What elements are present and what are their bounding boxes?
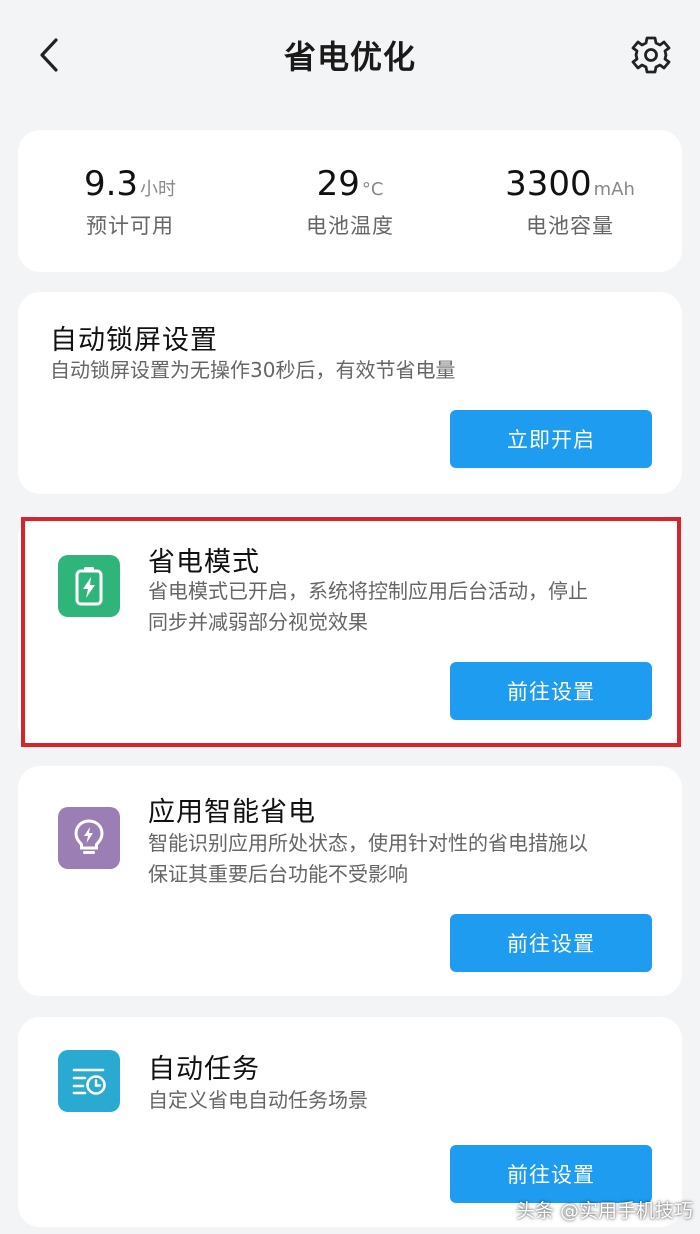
stat-unit: °C (361, 179, 384, 200)
stat-value: 3300 (505, 164, 592, 204)
list-clock-icon (58, 1050, 120, 1112)
stat-label: 电池温度 (306, 214, 394, 238)
stat-label: 预计可用 (86, 214, 174, 238)
gear-icon (631, 36, 671, 74)
lightbulb-bolt-icon (58, 807, 120, 869)
card-description: 自定义省电自动任务场景 (148, 1088, 368, 1112)
go-to-settings-button[interactable]: 前往设置 (450, 914, 652, 972)
stat-battery-temperature: 29 °C 电池温度 (240, 164, 460, 240)
stat-unit: 小时 (140, 179, 177, 200)
watermark-text: 头条 @实用手机技巧 (516, 1200, 694, 1222)
app-smart-saving-card: 应用智能省电 智能识别应用所处状态，使用针对性的省电措施以 保证其重要后台功能不… (18, 766, 682, 996)
card-title: 自动任务 (148, 1054, 260, 1085)
battery-stats-card: 9.3 小时 预计可用 29 °C 电池温度 3300 mAh 电池容量 (18, 130, 682, 272)
settings-button[interactable] (630, 34, 672, 76)
card-description-line-1: 省电模式已开启，系统将控制应用后台活动，停止 (148, 579, 588, 603)
stat-label: 电池容量 (526, 214, 614, 238)
card-description: 自动锁屏设置为无操作30秒后，有效节省电量 (50, 358, 456, 382)
stat-estimated-time: 9.3 小时 预计可用 (20, 164, 240, 240)
card-description-line-2: 保证其重要后台功能不受影响 (148, 862, 408, 886)
go-to-settings-button[interactable]: 前往设置 (450, 662, 652, 720)
stat-value: 29 (316, 164, 360, 204)
power-optimization-page: 省电优化 9.3 小时 预计可用 29 °C 电池温度 3300 mAh 电池容… (0, 0, 700, 1234)
stat-unit: mAh (593, 179, 635, 200)
card-title: 省电模式 (148, 547, 260, 578)
card-description-line-2: 同步并减弱部分视觉效果 (148, 610, 368, 634)
header: 省电优化 (0, 0, 700, 110)
power-saving-mode-card: 省电模式 省电模式已开启，系统将控制应用后台活动，停止 同步并减弱部分视觉效果 … (18, 516, 682, 746)
card-description-line-1: 智能识别应用所处状态，使用针对性的省电措施以 (148, 831, 588, 855)
stat-battery-capacity: 3300 mAh 电池容量 (460, 164, 680, 240)
battery-bolt-icon (58, 555, 120, 617)
card-title: 自动锁屏设置 (50, 325, 218, 356)
go-to-settings-button[interactable]: 前往设置 (450, 1145, 652, 1203)
auto-lock-card: 自动锁屏设置 自动锁屏设置为无操作30秒后，有效节省电量 立即开启 (18, 292, 682, 494)
enable-now-button[interactable]: 立即开启 (450, 410, 652, 468)
page-title: 省电优化 (283, 38, 416, 76)
stat-value: 9.3 (83, 164, 139, 204)
card-title: 应用智能省电 (148, 797, 316, 828)
